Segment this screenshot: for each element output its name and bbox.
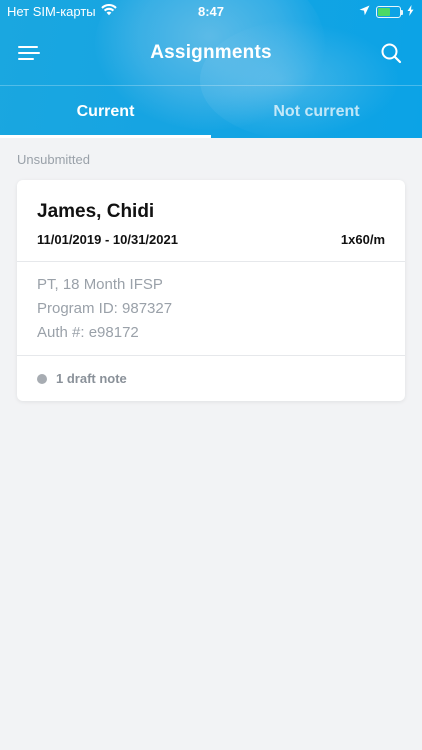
- location-arrow-icon: [359, 4, 370, 19]
- tab-current-label: Current: [76, 103, 135, 120]
- search-button[interactable]: [380, 42, 402, 64]
- section-label-unsubmitted: Unsubmitted: [17, 152, 90, 167]
- draft-note-count: 1 draft note: [56, 371, 127, 386]
- card-divider: [17, 261, 405, 262]
- tab-not-current[interactable]: Not current: [211, 86, 422, 138]
- patient-name: James, Chidi: [37, 201, 155, 222]
- status-right: [359, 4, 414, 19]
- nav-bar: Assignments: [0, 34, 422, 74]
- auth-number: Auth #: e98172: [37, 324, 139, 341]
- charging-bolt-icon: [407, 4, 414, 19]
- page-title: Assignments: [150, 42, 272, 63]
- battery-icon: [376, 5, 403, 18]
- status-bar: Нет SIM-карты 8:47: [0, 0, 422, 22]
- assignment-card[interactable]: James, Chidi 11/01/2019 - 10/31/2021 1x6…: [17, 180, 405, 401]
- assignment-frequency: 1x60/m: [340, 232, 385, 247]
- tab-not-current-label: Not current: [273, 103, 360, 120]
- tab-current[interactable]: Current: [0, 86, 211, 138]
- search-icon: [381, 43, 402, 64]
- battery-fill: [378, 7, 390, 16]
- active-tab-indicator: [0, 135, 211, 138]
- assignment-date-range: 11/01/2019 - 10/31/2021: [37, 232, 178, 247]
- program-id: Program ID: 987327: [37, 300, 173, 317]
- tab-bar: Current Not current: [0, 86, 422, 138]
- service-type: PT, 18 Month IFSP: [37, 276, 163, 293]
- header: Нет SIM-карты 8:47 Assignments Current N…: [0, 0, 422, 138]
- draft-note-status: 1 draft note: [37, 371, 127, 386]
- card-divider: [17, 355, 405, 356]
- draft-status-dot-icon: [37, 373, 47, 384]
